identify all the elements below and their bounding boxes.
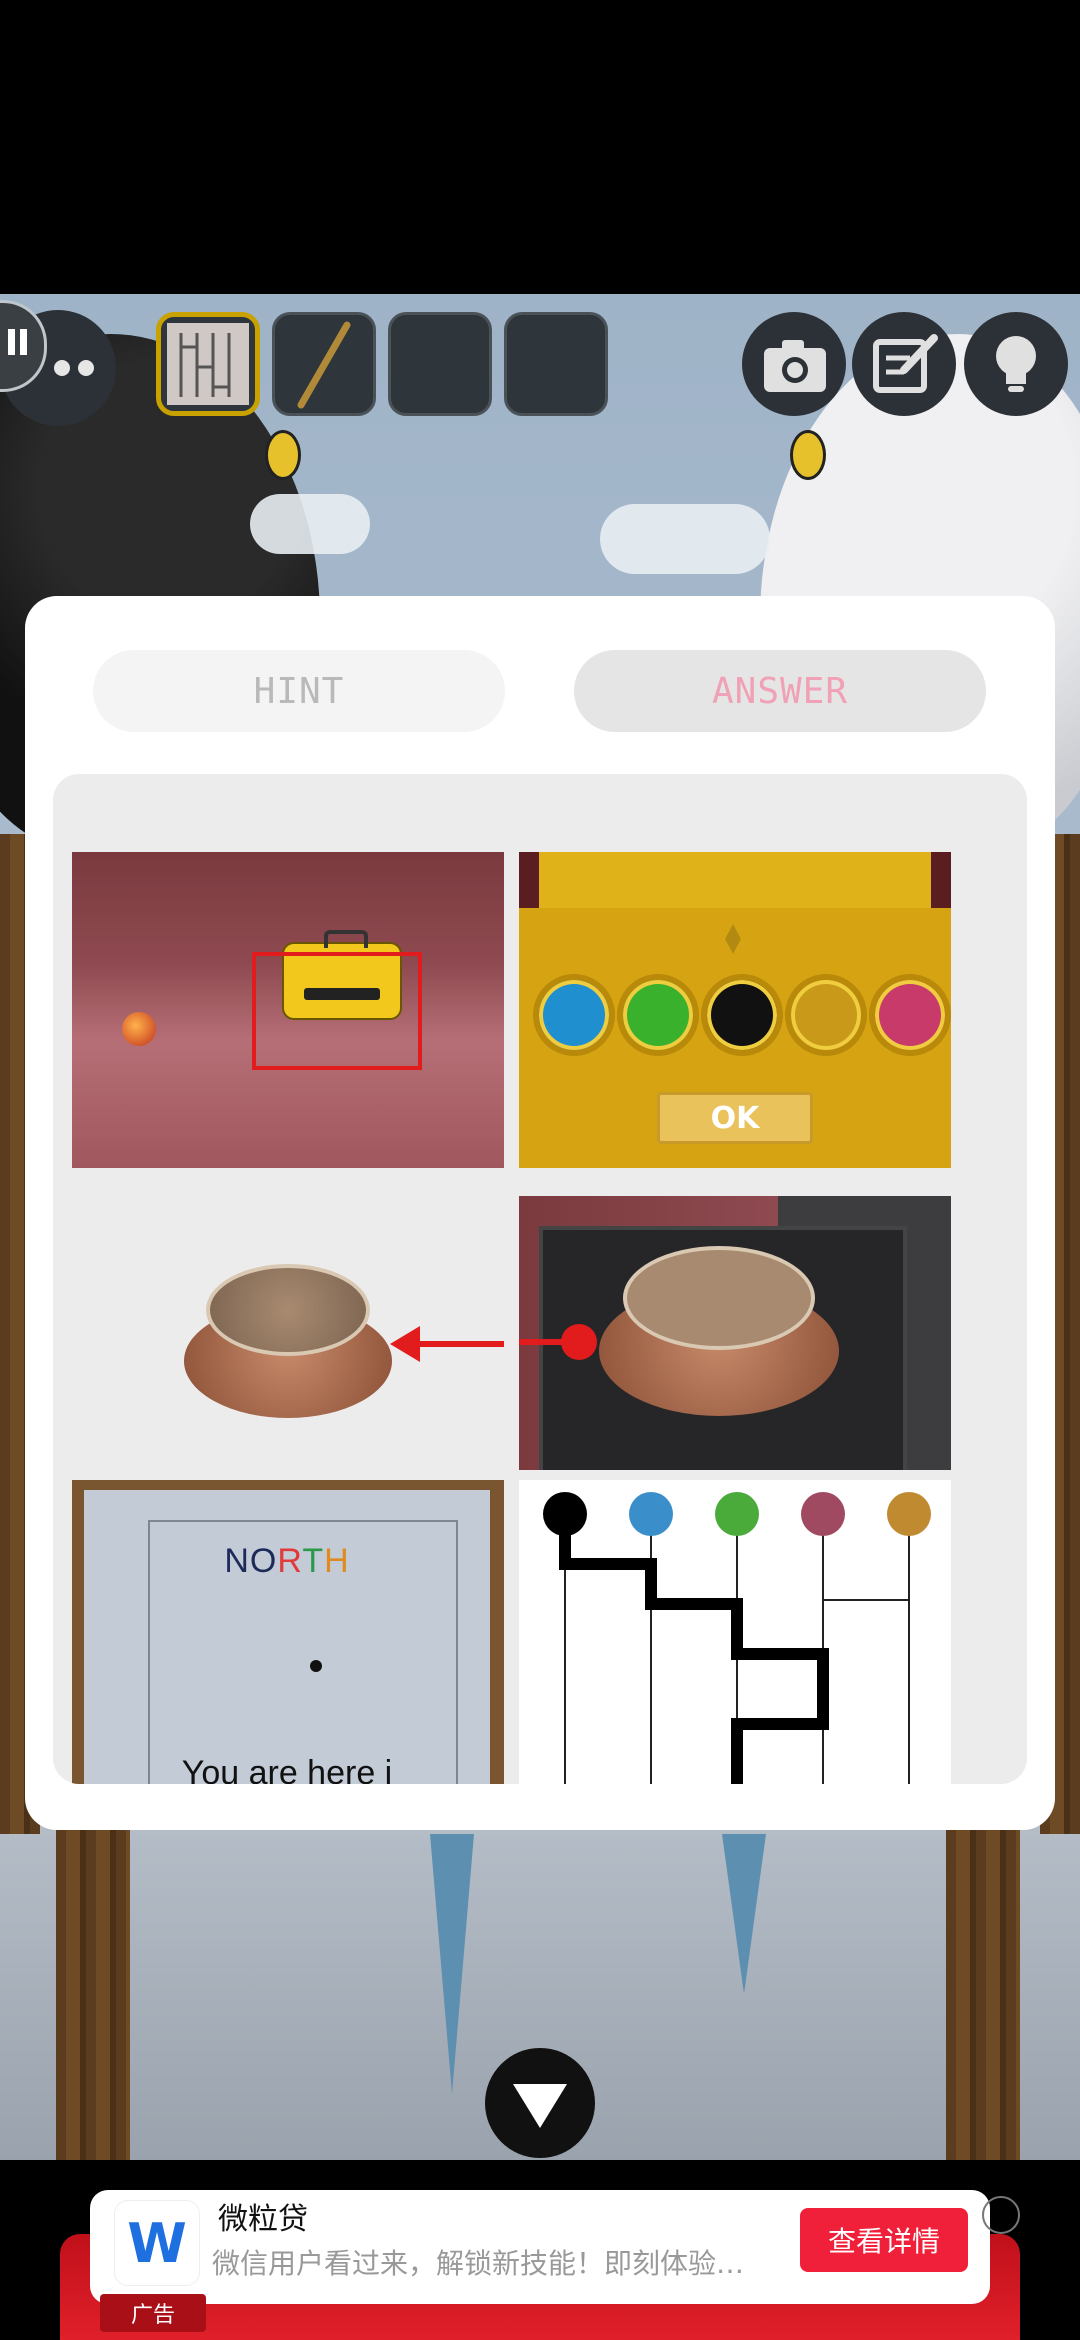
camera-button[interactable] <box>742 312 846 416</box>
color-dial-1 <box>533 974 615 1056</box>
you-are-here-dot <box>310 1660 322 1672</box>
color-dial-2 <box>617 974 699 1056</box>
fruit <box>122 1012 156 1046</box>
menu-button[interactable] <box>0 294 116 426</box>
north-letter: T <box>302 1542 325 1580</box>
answer-image-path <box>519 1480 951 1784</box>
ad-details-button[interactable]: 查看详情 <box>800 2208 968 2272</box>
north-letter: R <box>277 1542 303 1580</box>
cloud <box>250 494 370 554</box>
north-heading: NORTH <box>84 1542 490 1581</box>
ad-title: 微粒贷 <box>218 2202 308 2237</box>
diamond-icon <box>725 924 741 954</box>
menu-dot <box>54 360 70 376</box>
answer-image-drum <box>72 1196 504 1470</box>
red-arrow-line <box>412 1341 504 1347</box>
drum <box>184 1264 392 1420</box>
answer-image-color-lock: OK <box>519 852 951 1168</box>
tab-answer[interactable]: ANSWER <box>574 650 986 732</box>
answer-images-panel[interactable]: OK NORTH You are here i <box>53 774 1027 1784</box>
item-slot-map[interactable] <box>156 312 260 416</box>
lock-top <box>539 852 931 908</box>
item-slot-stick[interactable] <box>272 312 376 416</box>
item-slot-empty[interactable] <box>388 312 492 416</box>
item-slot-empty[interactable] <box>504 312 608 416</box>
path-start-dot <box>629 1492 673 1536</box>
north-letter: O <box>249 1542 278 1580</box>
icicle <box>722 1834 766 1994</box>
answer-image-map: NORTH You are here i <box>72 1480 504 1784</box>
path-start-dot <box>715 1492 759 1536</box>
wooden-leg-right <box>946 1828 1020 2160</box>
hint-answer-dialog: HINT ANSWER OK NORTH You are here i <box>25 596 1055 1830</box>
ad-label: 广告 <box>100 2294 206 2332</box>
ok-button: OK <box>657 1092 813 1144</box>
owl-eye <box>265 430 301 480</box>
path-start-dot <box>801 1492 845 1536</box>
cloud <box>600 504 770 574</box>
drum-in-suitcase <box>599 1246 839 1416</box>
path-diagram <box>543 1492 931 1784</box>
ad-description: 微信用户看过来，解锁新技能！即刻体验… <box>212 2247 745 2280</box>
notes-button[interactable] <box>852 312 956 416</box>
highlight-box <box>252 952 422 1070</box>
notepad-icon <box>873 334 938 393</box>
hint-button[interactable] <box>964 312 1068 416</box>
answer-image-open-suitcase <box>519 1196 951 1470</box>
north-letter: H <box>324 1542 350 1580</box>
maze-map-icon <box>167 323 249 405</box>
tab-hint[interactable]: HINT <box>93 650 505 732</box>
path-start-dot <box>543 1492 587 1536</box>
red-arrow-line <box>519 1339 569 1345</box>
menu-dot <box>78 360 94 376</box>
you-are-here-text: You are here i <box>181 1754 393 1784</box>
collapse-dialog-button[interactable] <box>485 2048 595 2158</box>
owl-eye <box>790 430 826 480</box>
ad-card[interactable]: W 微粒贷 微信用户看过来，解锁新技能！即刻体验… 查看详情 <box>90 2190 990 2304</box>
ad-logo: W <box>114 2200 200 2286</box>
color-dial-4 <box>785 974 867 1056</box>
ad-close-icon[interactable] <box>982 2196 1020 2234</box>
stick-icon <box>297 321 351 409</box>
color-dial-5 <box>869 974 951 1056</box>
color-dial-3 <box>701 974 783 1056</box>
lightbulb-icon <box>996 336 1036 392</box>
path-start-dot <box>887 1492 931 1536</box>
icicle <box>430 1834 474 2094</box>
camera-icon <box>764 340 826 392</box>
wooden-leg-left <box>56 1828 130 2160</box>
north-letter: N <box>224 1542 250 1580</box>
answer-image-suitcase <box>72 852 504 1168</box>
